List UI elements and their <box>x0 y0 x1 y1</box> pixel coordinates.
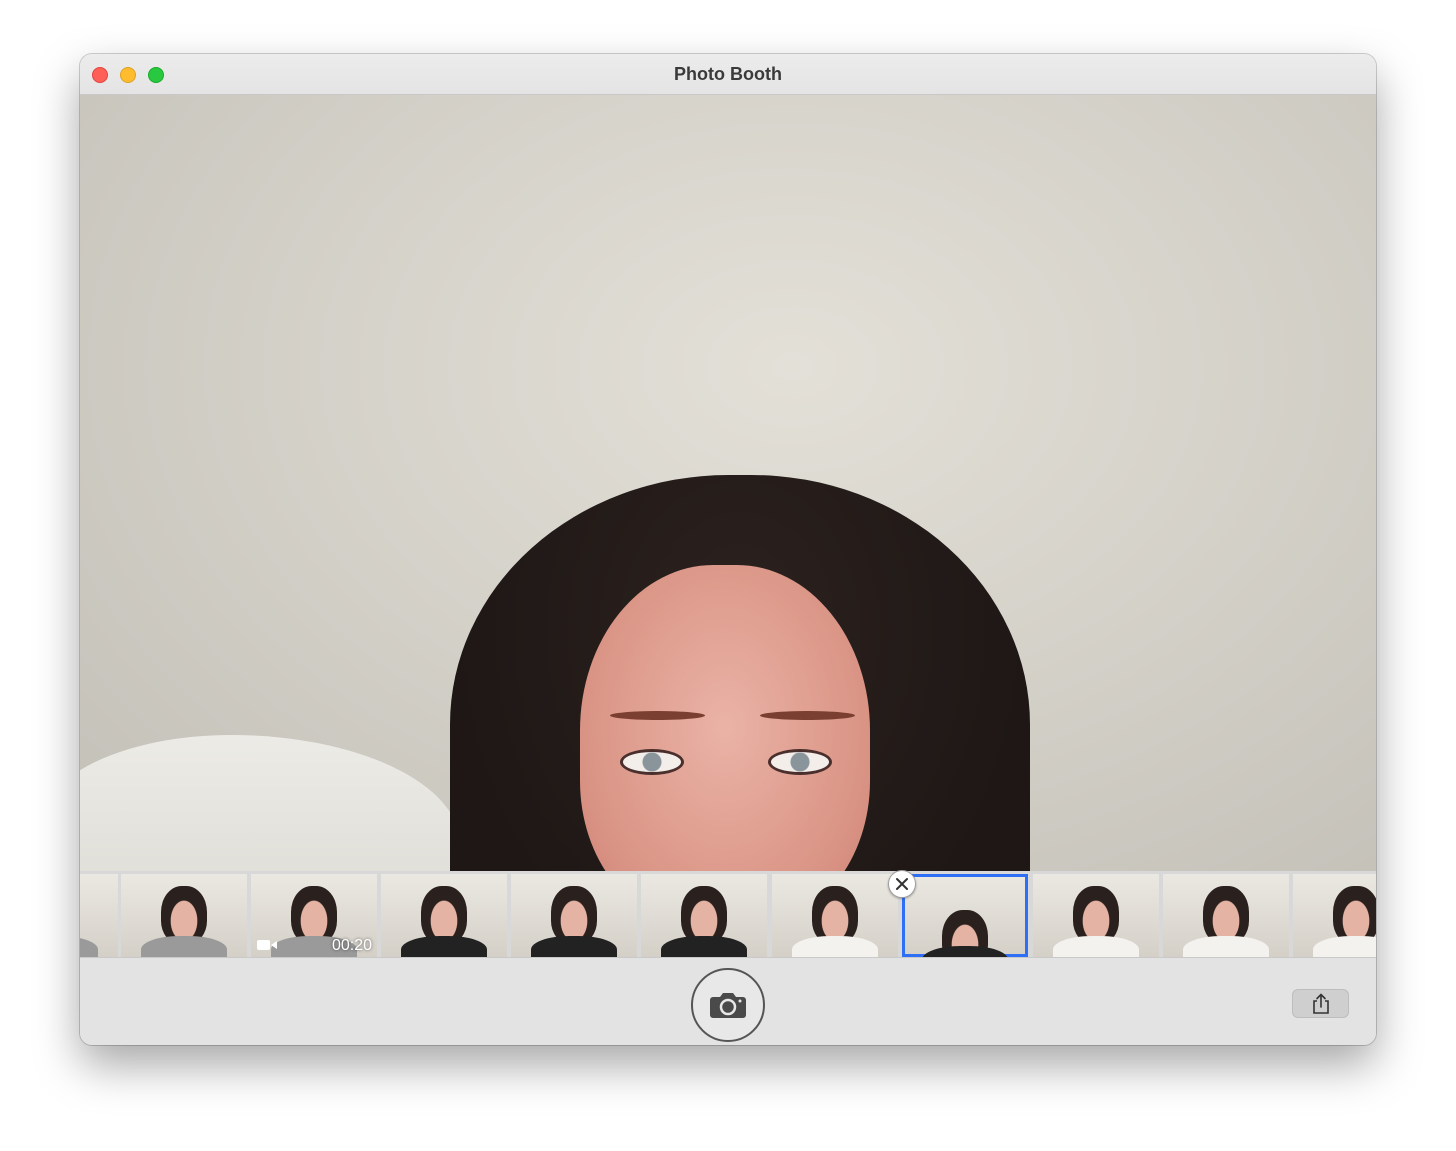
share-icon <box>1312 992 1329 1014</box>
window-title: Photo Booth <box>674 64 782 84</box>
camera-preview <box>80 95 1376 871</box>
right-eye <box>768 749 832 775</box>
thumbnail[interactable] <box>1163 874 1289 957</box>
video-camera-icon <box>257 940 277 950</box>
thumbnail-selected[interactable] <box>902 874 1028 957</box>
title-bar[interactable]: Photo Booth <box>80 54 1376 95</box>
camera-icon <box>710 993 746 1018</box>
left-brow <box>610 711 705 720</box>
thumbnail[interactable] <box>641 874 767 957</box>
thumbnail[interactable] <box>381 874 507 957</box>
thumbnail-video[interactable]: 00:20 <box>251 874 377 957</box>
video-duration: 00:20 <box>331 937 372 954</box>
right-brow <box>760 711 855 720</box>
thumbnail[interactable] <box>80 874 118 957</box>
blanket-shape <box>80 735 460 871</box>
take-photo-button[interactable] <box>691 968 765 1042</box>
thumbnail[interactable] <box>1033 874 1159 957</box>
left-eye <box>620 749 684 775</box>
share-button[interactable] <box>1292 989 1349 1018</box>
thumbnail-strip[interactable]: 00:20 <box>80 871 1376 957</box>
thumbnail[interactable] <box>121 874 247 957</box>
photo-booth-window: Photo Booth 00:20 <box>80 54 1376 1045</box>
delete-thumbnail-button[interactable] <box>888 870 916 898</box>
close-icon <box>896 878 908 890</box>
bottom-toolbar <box>80 957 1376 1045</box>
thumbnail[interactable] <box>1293 874 1376 957</box>
thumbnail[interactable] <box>511 874 637 957</box>
thumbnail[interactable] <box>772 874 898 957</box>
